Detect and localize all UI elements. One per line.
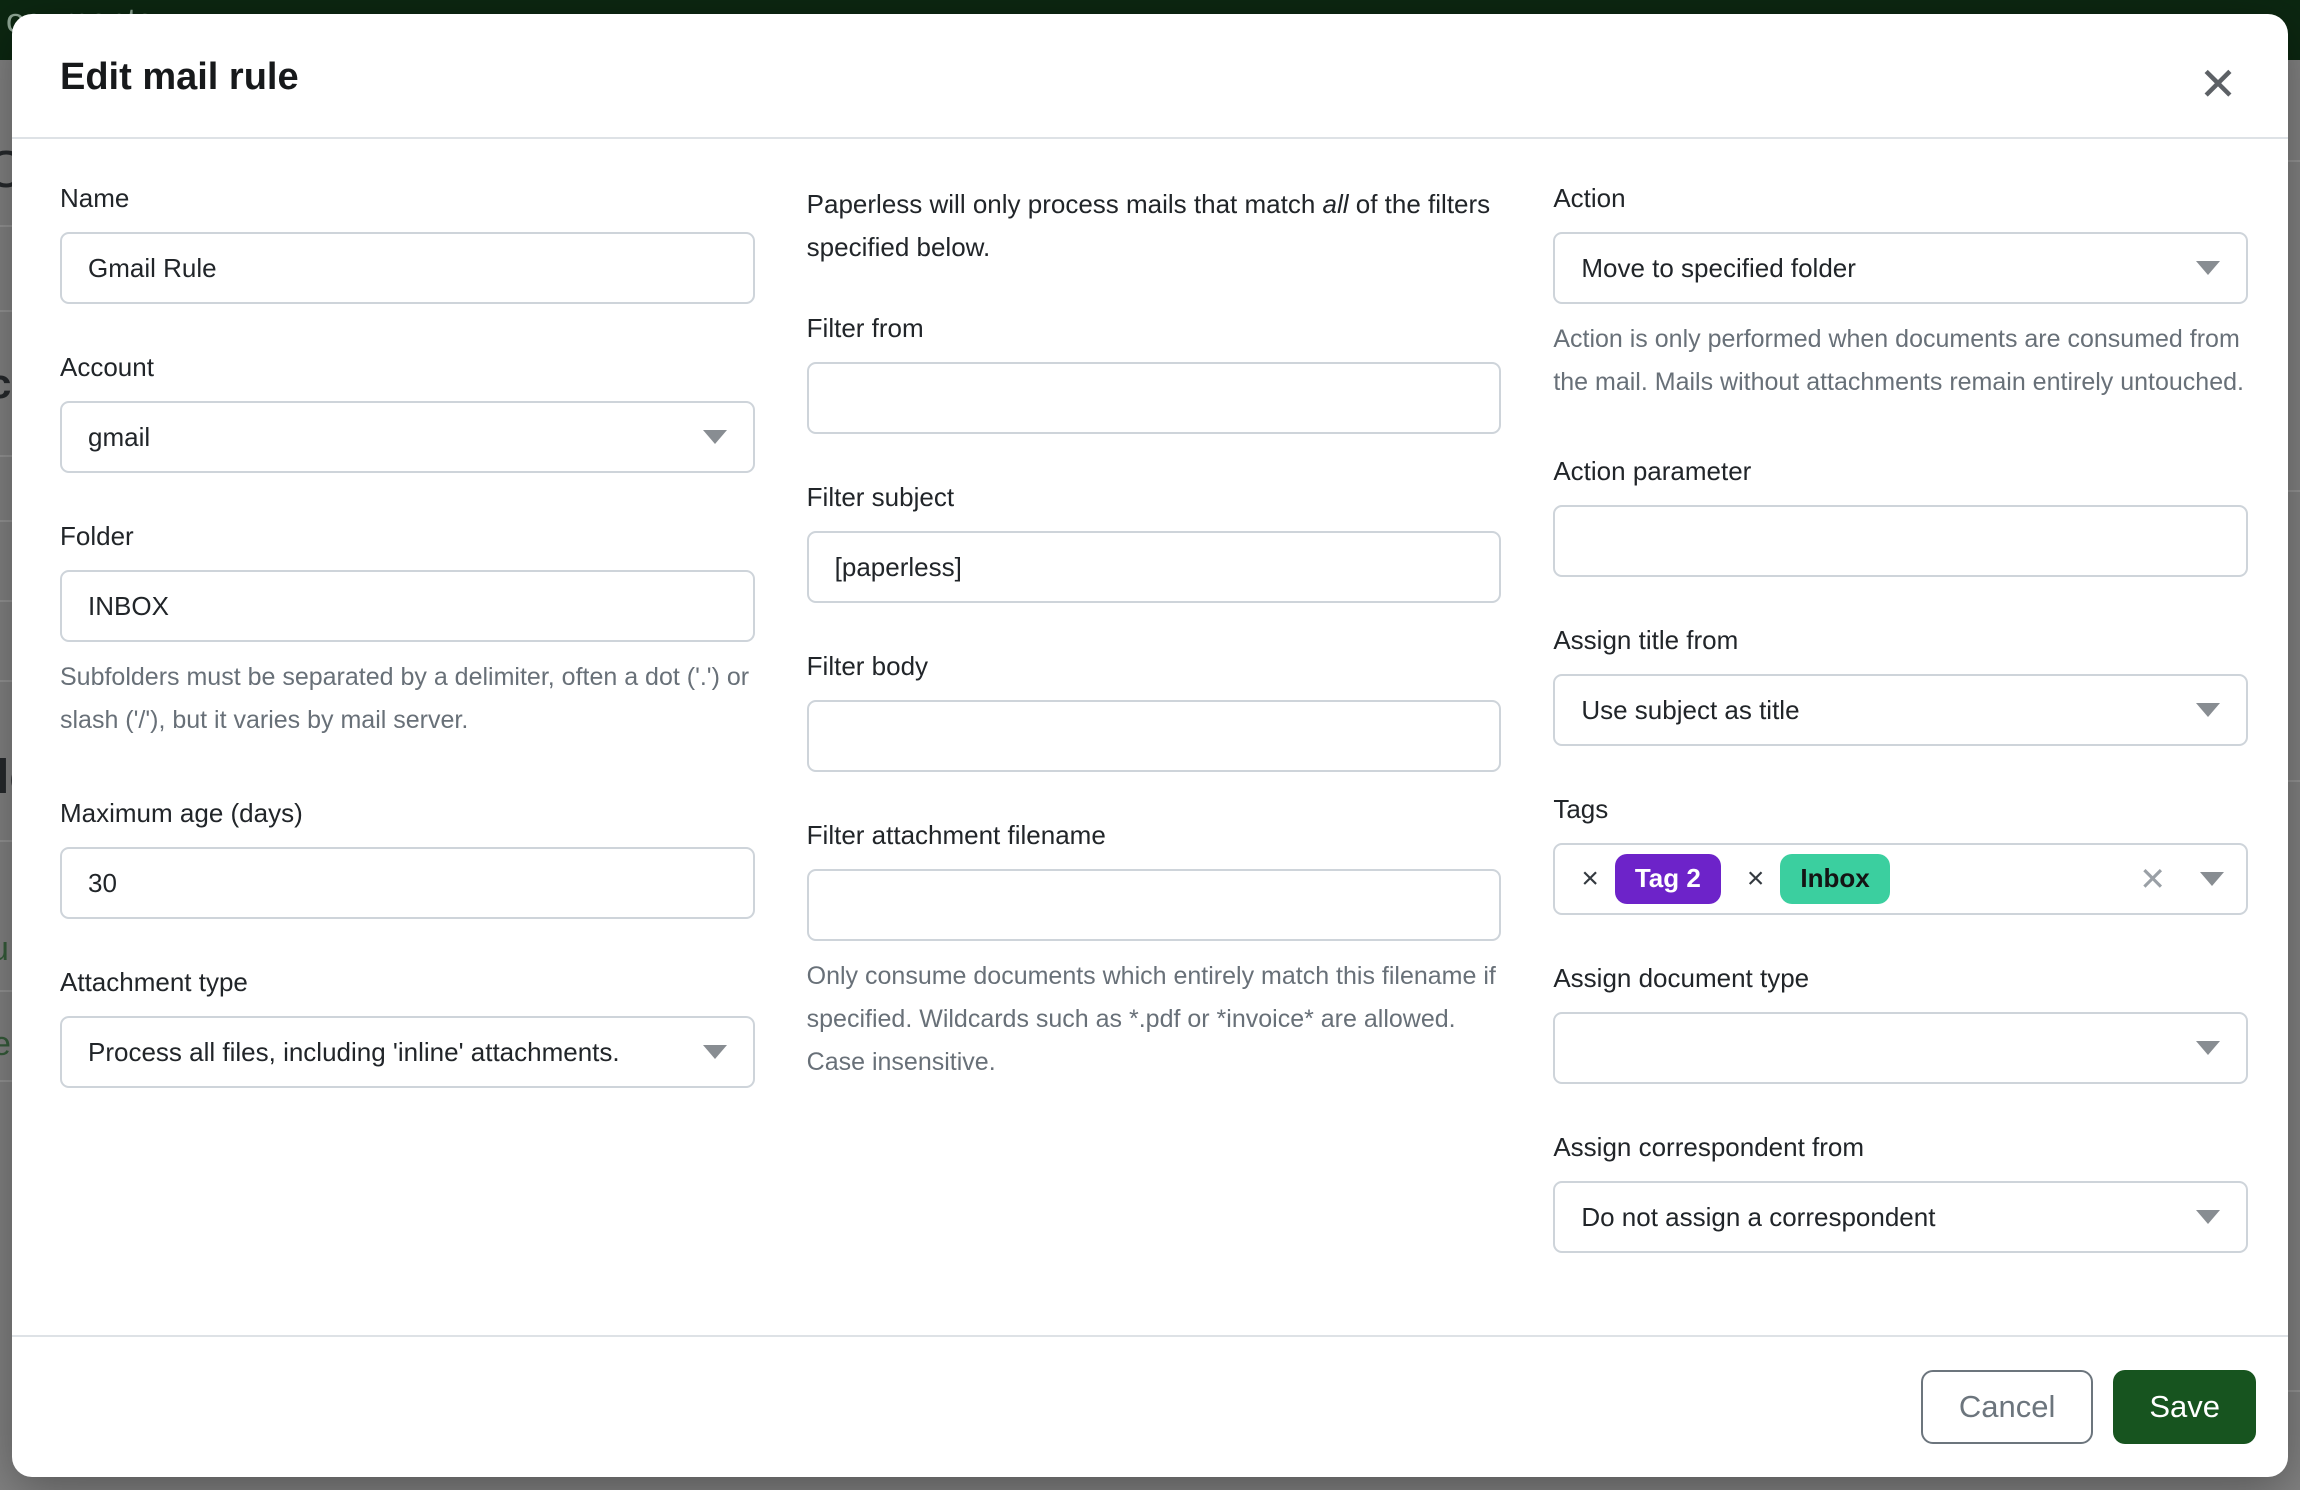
attachment-type-select-value: Process all files, including 'inline' at…	[88, 1037, 703, 1068]
page-backdrop: { "backdrop": { "navbar_fragment": "ocum…	[0, 0, 2300, 1490]
tags-select[interactable]: × Tag 2 × Inbox ✕	[1553, 843, 2248, 915]
filter-subject-label: Filter subject	[807, 482, 1502, 513]
assign-title-from-select[interactable]: Use subject as title	[1553, 674, 2248, 746]
account-select[interactable]: gmail	[60, 401, 755, 473]
cancel-button[interactable]: Cancel	[1921, 1370, 2094, 1444]
assign-correspondent-from-select-value: Do not assign a correspondent	[1581, 1202, 2196, 1233]
assign-title-from-label: Assign title from	[1553, 625, 2248, 656]
close-icon[interactable]: ✕	[2188, 54, 2248, 114]
filter-attachment-filename-label: Filter attachment filename	[807, 820, 1502, 851]
action-select[interactable]: Move to specified folder	[1553, 232, 2248, 304]
column-left: Name Account gmail Folder Subfolders mus…	[60, 183, 755, 1301]
clear-tags-icon[interactable]: ✕	[2139, 863, 2166, 895]
max-age-input[interactable]	[60, 847, 755, 919]
filter-body-input[interactable]	[807, 700, 1502, 772]
attachment-type-select[interactable]: Process all files, including 'inline' at…	[60, 1016, 755, 1088]
action-parameter-input[interactable]	[1553, 505, 2248, 577]
filters-intro: Paperless will only process mails that m…	[807, 183, 1502, 269]
background-row-divider	[2288, 490, 2300, 492]
name-input[interactable]	[60, 232, 755, 304]
folder-input[interactable]	[60, 570, 755, 642]
background-row-divider	[2288, 1390, 2300, 1392]
chevron-down-icon	[703, 430, 727, 444]
account-label: Account	[60, 352, 755, 383]
filter-from-input[interactable]	[807, 362, 1502, 434]
tag-item: × Tag 2	[1581, 854, 1747, 903]
action-label: Action	[1553, 183, 2248, 214]
assign-correspondent-from-select[interactable]: Do not assign a correspondent	[1553, 1181, 2248, 1253]
action-select-value: Move to specified folder	[1581, 253, 2196, 284]
filter-from-label: Filter from	[807, 313, 1502, 344]
dialog-header: Edit mail rule ✕	[12, 14, 2288, 139]
assign-document-type-select[interactable]	[1553, 1012, 2248, 1084]
filter-attachment-filename-input[interactable]	[807, 869, 1502, 941]
column-middle: Paperless will only process mails that m…	[807, 183, 1502, 1301]
action-parameter-label: Action parameter	[1553, 456, 2248, 487]
dialog-footer: Cancel Save	[12, 1335, 2288, 1477]
chevron-down-icon	[2196, 1041, 2220, 1055]
chevron-down-icon	[2196, 703, 2220, 717]
tag-badge: Tag 2	[1615, 854, 1721, 903]
attachment-type-label: Attachment type	[60, 967, 755, 998]
dialog-title: Edit mail rule	[60, 56, 2240, 99]
tag-remove-icon[interactable]: ×	[1581, 864, 1599, 894]
assign-document-type-label: Assign document type	[1553, 963, 2248, 994]
save-button[interactable]: Save	[2113, 1370, 2256, 1444]
edit-mail-rule-dialog: Edit mail rule ✕ Name Account gmail Fold…	[12, 14, 2288, 1477]
filter-subject-input[interactable]	[807, 531, 1502, 603]
assign-correspondent-from-label: Assign correspondent from	[1553, 1132, 2248, 1163]
background-row-divider	[2288, 780, 2300, 782]
dialog-body: Name Account gmail Folder Subfolders mus…	[12, 139, 2288, 1335]
chevron-down-icon[interactable]	[2200, 872, 2224, 886]
column-right: Action Move to specified folder Action i…	[1553, 183, 2248, 1301]
action-hint: Action is only performed when documents …	[1553, 318, 2248, 404]
name-label: Name	[60, 183, 755, 214]
tag-badge: Inbox	[1780, 854, 1889, 903]
tags-label: Tags	[1553, 794, 2248, 825]
folder-label: Folder	[60, 521, 755, 552]
filters-intro-italic: all	[1323, 189, 1349, 219]
filter-attachment-filename-hint: Only consume documents which entirely ma…	[807, 955, 1502, 1084]
assign-title-from-select-value: Use subject as title	[1581, 695, 2196, 726]
background-row-divider	[2288, 160, 2300, 162]
tag-item: × Inbox	[1747, 854, 1916, 903]
folder-hint: Subfolders must be separated by a delimi…	[60, 656, 755, 742]
chevron-down-icon	[2196, 1210, 2220, 1224]
account-select-value: gmail	[88, 422, 703, 453]
tag-remove-icon[interactable]: ×	[1747, 864, 1765, 894]
background-right-edge	[2288, 60, 2300, 1490]
chevron-down-icon	[703, 1045, 727, 1059]
max-age-label: Maximum age (days)	[60, 798, 755, 829]
filter-body-label: Filter body	[807, 651, 1502, 682]
chevron-down-icon	[2196, 261, 2220, 275]
